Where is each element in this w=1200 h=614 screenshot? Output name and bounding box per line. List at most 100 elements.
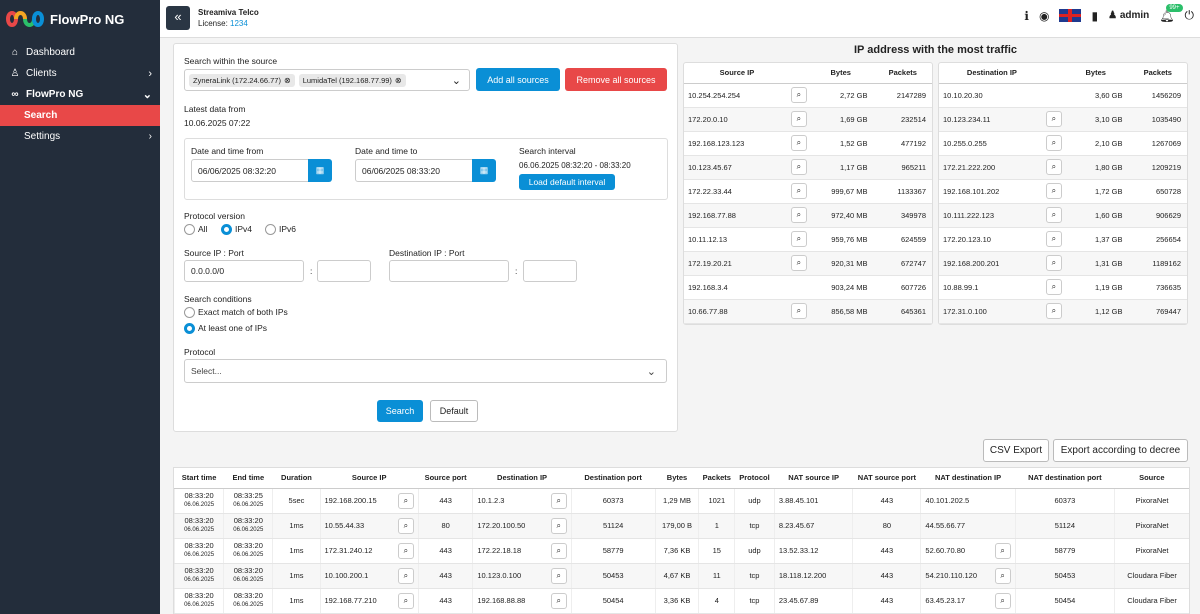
remove-chip-icon[interactable]: ⊗ [395,76,402,85]
radio-ipv4[interactable]: IPv4 [221,224,252,236]
csv-export-button[interactable]: CSV Export [983,439,1049,462]
uk-flag-icon[interactable] [1059,9,1082,22]
collapse-sidebar-button[interactable]: « [166,6,190,30]
column-header[interactable]: NAT destination IP [920,468,1016,489]
search-icon[interactable]: ⌕ [550,567,567,584]
destination-ip-input[interactable] [389,260,509,282]
column-header[interactable]: Destination port [571,468,656,489]
source-multiselect[interactable]: ZyneraLink (172.24.66.77) ⊗ LumidaTel (19… [184,69,470,91]
search-icon[interactable]: ⌕ [790,303,807,319]
column-header[interactable]: NAT source IP [774,468,853,489]
search-icon[interactable]: ⌕ [1045,111,1062,127]
column-header[interactable]: Bytes [807,63,874,84]
search-icon[interactable]: ⌕ [1045,279,1062,295]
search-button[interactable]: Search [377,400,423,422]
search-icon[interactable]: ⌕ [397,567,414,584]
export-decree-button[interactable]: Export according to decree [1053,439,1188,462]
search-icon[interactable]: ⌕ [790,159,807,175]
packets-cell: 607726 [873,275,932,300]
column-header[interactable]: Source IP [684,63,790,84]
book-icon[interactable]: ▮ [1091,9,1098,23]
table-row[interactable]: 08:33:20 06.06.2025 08:33:20 06.06.2025 1ms 1… [174,563,1189,589]
column-header[interactable]: NAT destination port [1015,468,1115,489]
search-icon[interactable]: ⌕ [397,517,414,534]
search-icon[interactable]: ⌕ [790,111,807,127]
search-icon[interactable]: ⌕ [790,231,807,247]
source-cell: PixoraNet [1114,538,1189,564]
search-icon[interactable]: ⌕ [790,183,807,199]
search-icon[interactable]: ⌕ [994,567,1011,584]
search-icon[interactable]: ⌕ [790,87,807,103]
sidebar-item-clients[interactable]: ♙ Clients › [0,63,160,84]
app-logo[interactable]: FlowPro NG [0,0,160,38]
search-icon[interactable]: ⌕ [397,592,414,609]
table-row[interactable]: 08:33:20 06.06.2025 08:33:20 06.06.2025 1ms 1… [174,588,1189,614]
load-default-interval-button[interactable]: Load default interval [519,174,615,190]
default-button[interactable]: Default [430,400,478,422]
search-icon[interactable]: ⌕ [550,592,567,609]
column-header[interactable]: Packets [698,468,735,489]
radio-at-least-one[interactable]: At least one of IPs [184,323,267,335]
source-ip-input[interactable]: 0.0.0.0/0 [184,260,304,282]
search-icon[interactable]: ⌕ [790,135,807,151]
search-icon[interactable]: ⌕ [790,255,807,271]
add-all-sources-button[interactable]: Add all sources [476,68,560,91]
source-port-input[interactable] [317,260,371,282]
date-to-input[interactable]: 06/06/2025 08:33:20 [355,159,473,182]
search-icon[interactable]: ⌕ [1045,159,1062,175]
column-header[interactable]: Start time [174,468,224,489]
calendar-icon[interactable]: ▦ [308,159,332,182]
table-row[interactable]: 08:33:20 06.06.2025 08:33:20 06.06.2025 1ms 1… [174,538,1189,564]
sidebar-item-label: Settings [24,131,61,142]
power-icon[interactable]: ⏻ [1185,8,1195,23]
search-icon[interactable]: ⌕ [550,542,567,559]
column-header[interactable]: Protocol [734,468,775,489]
column-header[interactable]: Packets [1128,63,1187,84]
search-icon[interactable]: ⌕ [994,542,1011,559]
calendar-icon[interactable]: ▦ [472,159,496,182]
protocol-select[interactable]: Select... ⌄ [184,359,667,383]
search-icon[interactable]: ⌕ [550,492,567,509]
search-icon[interactable]: ⌕ [1045,255,1062,271]
column-header[interactable]: Bytes [1062,63,1129,84]
globe-icon[interactable]: ◉ [1039,9,1049,23]
destination-port-input[interactable] [523,260,577,282]
column-header[interactable]: NAT source port [852,468,921,489]
column-header[interactable]: Source IP [320,468,419,489]
column-header[interactable]: Destination IP [472,468,572,489]
search-icon[interactable]: ⌕ [550,517,567,534]
column-header[interactable]: Duration [272,468,321,489]
search-icon[interactable]: ⌕ [397,542,414,559]
remove-all-sources-button[interactable]: Remove all sources [565,68,667,91]
search-icon[interactable]: ⌕ [994,592,1011,609]
search-icon[interactable]: ⌕ [1045,135,1062,151]
column-header[interactable]: End time [223,468,273,489]
search-icon[interactable]: ⌕ [1045,303,1062,319]
radio-ipv6[interactable]: IPv6 [265,224,296,236]
sidebar-item-search[interactable]: Search [0,105,160,126]
table-row[interactable]: 08:33:20 06.06.2025 08:33:20 06.06.2025 1ms 1… [174,513,1189,539]
sidebar-item-flowpro[interactable]: ∞ FlowPro NG ⌄ [0,84,160,105]
user-menu[interactable]: ♟ admin [1108,10,1149,21]
date-from-input[interactable]: 06/06/2025 08:32:20 [191,159,309,182]
column-header[interactable]: Bytes [655,468,699,489]
search-icon[interactable]: ⌕ [1045,231,1062,247]
radio-exact-match[interactable]: Exact match of both IPs [184,307,288,319]
table-row[interactable]: 08:33:20 06.06.2025 08:33:25 06.06.2025 5sec… [174,488,1189,514]
sidebar-item-settings[interactable]: Settings › [0,126,160,147]
search-icon[interactable]: ⌕ [790,207,807,223]
radio-all[interactable]: All [184,224,207,236]
remove-chip-icon[interactable]: ⊗ [284,76,291,85]
column-header[interactable]: Destination IP [939,63,1045,84]
chevron-down-icon[interactable]: ⌄ [452,74,461,87]
bell-icon[interactable]: 🔔︎ 99+ [1159,3,1183,23]
column-header[interactable]: Source [1114,468,1189,489]
search-icon[interactable]: ⌕ [1045,183,1062,199]
search-icon[interactable]: ⌕ [1045,207,1062,223]
search-icon[interactable]: ⌕ [397,492,414,509]
info-icon[interactable]: ℹ [1024,9,1029,23]
column-header[interactable]: Source port [418,468,473,489]
column-header[interactable]: Packets [873,63,932,84]
table-row: 192.168.3.4 903,24 MB 607726 [684,275,932,300]
sidebar-item-dashboard[interactable]: ⌂ Dashboard [0,42,160,63]
